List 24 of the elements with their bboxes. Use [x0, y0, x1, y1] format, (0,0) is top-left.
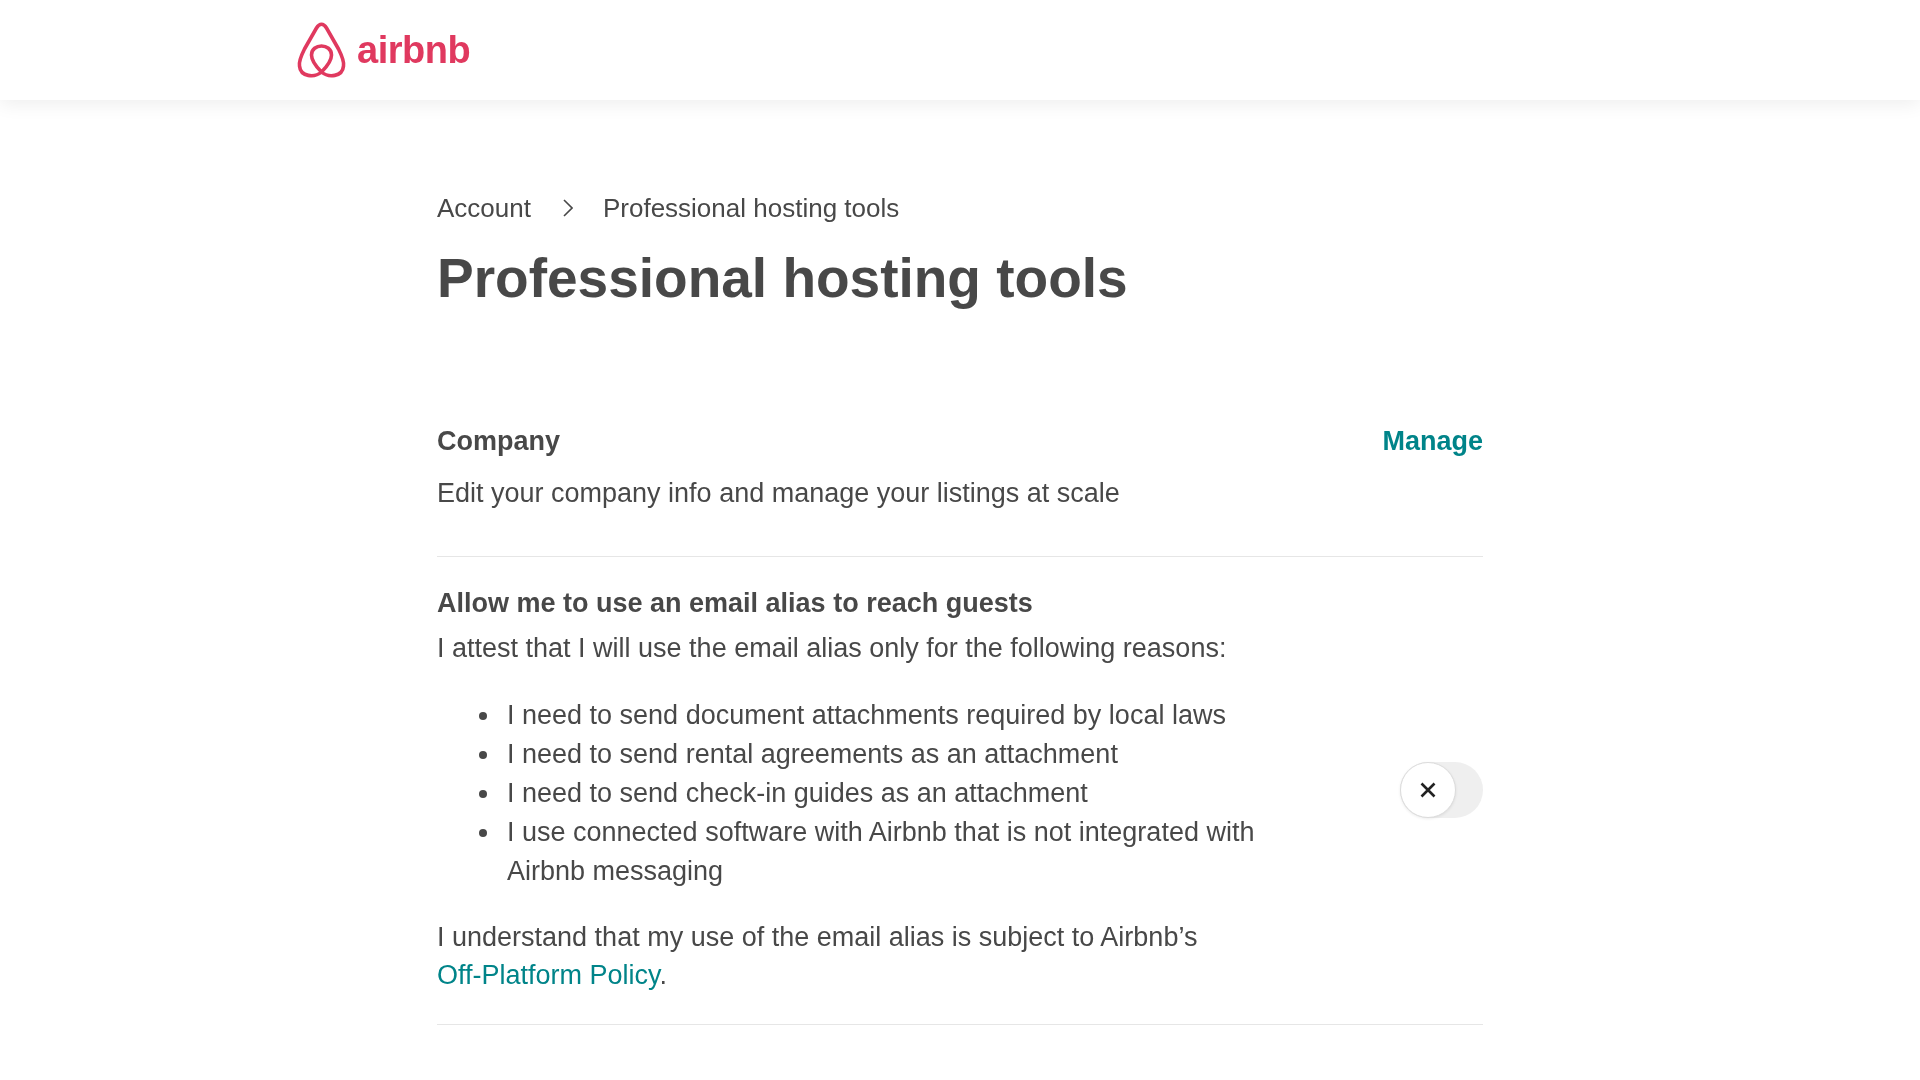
- bullet-icon: [479, 712, 487, 720]
- reason-text: I need to send rental agreements as an attachment: [507, 738, 1118, 771]
- reason-text: I use connected software with Airbnb that is not integrated with Airbnb messaging: [507, 816, 1256, 888]
- bullet-icon: [479, 829, 487, 837]
- section-heading: Company: [437, 425, 561, 458]
- toggle-knob[interactable]: [1400, 761, 1456, 818]
- chevron-right-icon: [562, 199, 573, 217]
- bullet-icon: [479, 751, 487, 759]
- section-description: I attest that I will use the email alias only for the following reasons:: [437, 632, 1228, 665]
- section-heading: Allow me to use an email alias to reach guests: [437, 587, 1034, 620]
- page-title: Professional hosting tools: [437, 246, 1129, 310]
- logo-icon[interactable]: [295, 21, 348, 79]
- policy-note: I understand that my use of the email alias is subject to Airbnb’s Off-Platform Policy.: [437, 921, 1199, 992]
- breadcrumb-item: Professional hosting tools: [602, 192, 900, 225]
- toggle-switch[interactable]: [1400, 761, 1483, 818]
- reason-text: I need to send document attachments required by local laws: [507, 699, 1226, 732]
- logo-text[interactable]: airbnb: [357, 28, 471, 72]
- policy-link[interactable]: Off-Platform Policy: [437, 960, 660, 990]
- bullet-icon: [479, 790, 487, 798]
- breadcrumb-item[interactable]: Account: [437, 190, 531, 226]
- manage-link[interactable]: Manage: [1382, 423, 1483, 459]
- reason-text: I need to send check-in guides as an attachment: [507, 777, 1088, 810]
- section-description: Edit your company info and manage your listings at scale: [437, 477, 1121, 510]
- cross-icon: [1420, 781, 1436, 798]
